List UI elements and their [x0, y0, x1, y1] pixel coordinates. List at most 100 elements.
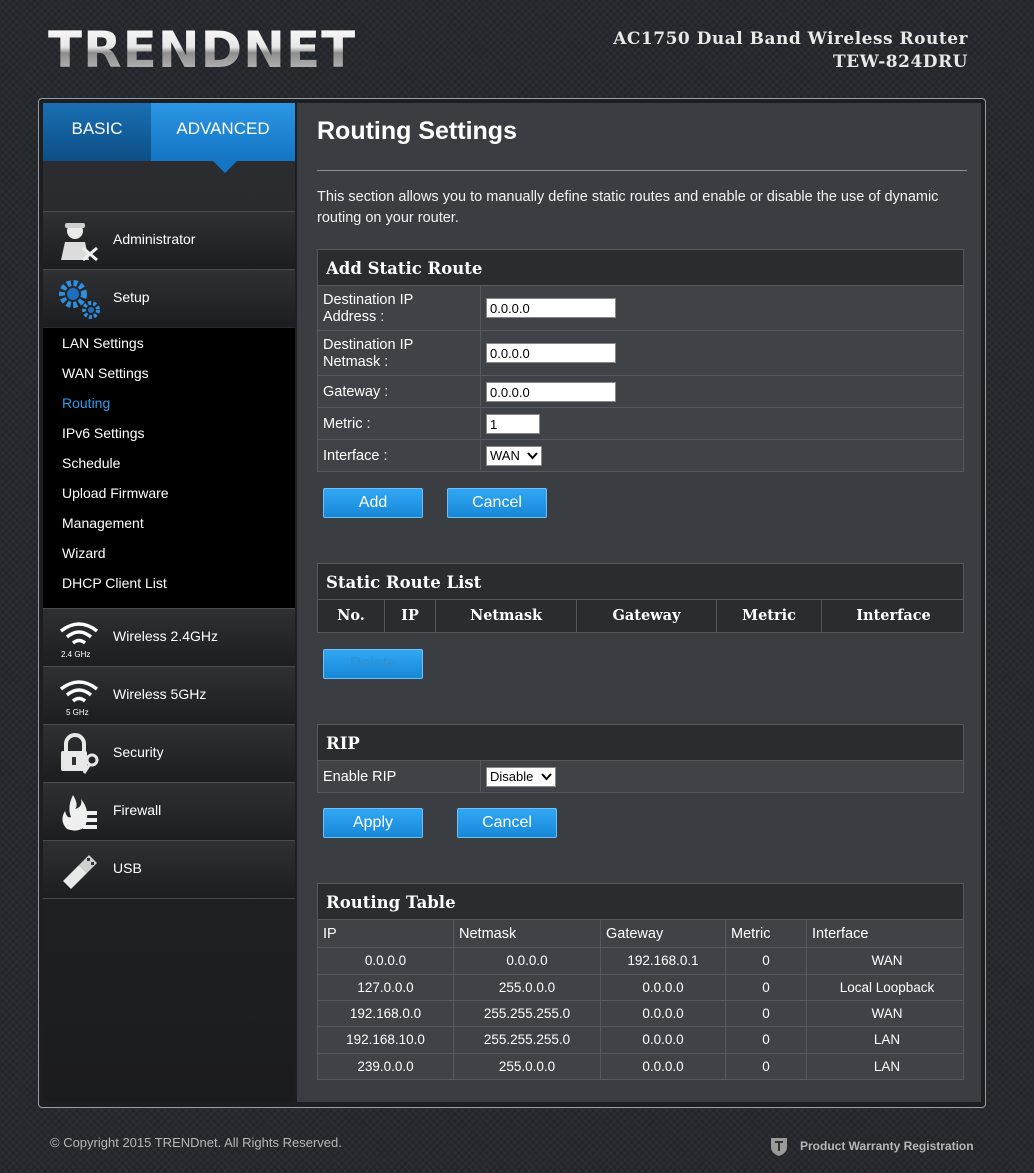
- firewall-icon: [62, 795, 97, 831]
- static-route-list-heading: Static Route List: [317, 563, 964, 600]
- gateway-input[interactable]: [486, 382, 616, 402]
- menu-label-firewall: Firewall: [113, 802, 162, 818]
- menu-item-security[interactable]: Security: [43, 724, 295, 782]
- routing-table-cell-interface: LAN: [873, 1059, 901, 1074]
- menu-item-wireless-5[interactable]: 5 GHz Wireless 5GHz: [43, 666, 295, 724]
- submenu-lan-settings[interactable]: LAN Settings: [62, 335, 144, 351]
- submenu-wan-settings[interactable]: WAN Settings: [62, 365, 149, 381]
- dest-ip-row: Destination IP Address :: [317, 286, 964, 331]
- tab-basic[interactable]: BASIC: [43, 103, 151, 161]
- cancel-rip-button[interactable]: Cancel: [457, 808, 557, 838]
- gateway-label: Gateway :: [323, 384, 389, 400]
- interface-select[interactable]: WAN: [486, 446, 542, 466]
- dest-ip-label-line1: Destination IP: [323, 292, 414, 308]
- interface-row: Interface : WAN: [317, 440, 964, 472]
- routing-table-cell-netmask: 255.0.0.0: [454, 975, 601, 1000]
- routing-table-cell-metric: 0: [726, 1027, 807, 1053]
- table-row: 192.168.0.0 255.255.255.0 0.0.0.0 0 WAN: [317, 1001, 964, 1027]
- page-title: Routing Settings: [317, 117, 517, 145]
- content-panel: Routing Settings This section allows you…: [297, 103, 981, 1102]
- routing-table-cell-gateway: 0.0.0.0: [601, 1001, 726, 1026]
- chevron-down-icon: [527, 452, 538, 460]
- mode-tabs: BASIC ADVANCED: [43, 103, 295, 173]
- enable-rip-select[interactable]: Disable: [486, 767, 556, 787]
- warranty-registration-link[interactable]: Product Warranty Registration: [800, 1139, 974, 1153]
- setup-submenu: LAN Settings WAN Settings Routing IPv6 S…: [43, 328, 295, 608]
- menu-item-setup[interactable]: Setup: [43, 269, 305, 327]
- col-header-interface: Interface: [856, 607, 931, 624]
- metric-input[interactable]: [486, 414, 540, 434]
- enable-rip-select-value: Disable: [490, 769, 534, 784]
- apply-button[interactable]: Apply: [323, 808, 423, 838]
- gateway-row: Gateway :: [317, 376, 964, 408]
- menu-item-administrator[interactable]: Administrator: [43, 211, 295, 269]
- routing-table-cell-netmask: 0.0.0.0: [454, 948, 601, 974]
- routing-table-cell-ip: 192.168.10.0: [318, 1027, 454, 1053]
- chevron-down-icon: [541, 773, 552, 781]
- trendnet-logo: TRENDNET: [48, 21, 357, 79]
- product-model: TEW-824DRU: [832, 52, 968, 72]
- cancel-static-route-button[interactable]: Cancel: [447, 488, 547, 518]
- menu-label-wireless-5: Wireless 5GHz: [113, 686, 207, 702]
- submenu-ipv6-settings[interactable]: IPv6 Settings: [62, 425, 145, 441]
- menu-item-usb[interactable]: USB: [43, 840, 295, 898]
- table-row: 127.0.0.0 255.0.0.0 0.0.0.0 0 Local Loopback: [317, 975, 964, 1001]
- routing-table-header: IP Netmask Gateway Metric Interface: [317, 920, 964, 948]
- title-divider: [317, 170, 967, 171]
- submenu-dhcp-client-list[interactable]: DHCP Client List: [62, 575, 167, 591]
- interface-label: Interface :: [323, 448, 388, 464]
- routing-table-cell-metric: 0: [726, 948, 807, 974]
- sidebar: BASIC ADVANCED Administrator Setup LAN S…: [43, 103, 305, 1102]
- menu-label-security: Security: [113, 744, 164, 760]
- routing-table-cell-metric: 0: [726, 1054, 807, 1079]
- product-name: AC1750 Dual Band Wireless Router TEW-824…: [613, 28, 968, 74]
- routing-table-heading: Routing Table: [317, 883, 964, 920]
- wifi-5ghz-tag: 5 GHz: [66, 708, 89, 717]
- metric-row: Metric :: [317, 408, 964, 440]
- col-header-netmask: Netmask: [436, 600, 577, 632]
- routing-table-col-interface: Interface: [812, 926, 869, 942]
- product-line-1: AC1750 Dual Band Wireless Router: [613, 29, 968, 49]
- submenu-wizard[interactable]: Wizard: [62, 545, 106, 561]
- table-row: 239.0.0.0 255.0.0.0 0.0.0.0 0 LAN: [317, 1054, 964, 1080]
- menu-label-setup: Setup: [113, 289, 150, 305]
- menu-item-wireless-24[interactable]: 2.4 GHz Wireless 2.4GHz: [43, 608, 295, 666]
- dest-netmask-input[interactable]: [486, 343, 616, 363]
- interface-select-value: WAN: [490, 448, 520, 463]
- submenu-schedule[interactable]: Schedule: [62, 455, 120, 471]
- routing-table-cell-ip: 0.0.0.0: [318, 948, 454, 974]
- dest-netmask-label: Destination IP Netmask :: [323, 337, 413, 371]
- submenu-routing[interactable]: Routing: [62, 395, 110, 411]
- submenu-upload-firmware[interactable]: Upload Firmware: [62, 485, 169, 501]
- routing-table-cell-interface: WAN: [871, 953, 903, 968]
- routing-table-cell-ip: 192.168.0.0: [318, 1001, 454, 1026]
- table-row: 192.168.10.0 255.255.255.0 0.0.0.0 0 LAN: [317, 1027, 964, 1054]
- static-route-list-header: No. IP Netmask Gateway Metric Interface: [317, 600, 964, 633]
- enable-rip-row: Enable RIP Disable: [317, 761, 964, 793]
- routing-table-cell-netmask: 255.255.255.0: [454, 1027, 601, 1053]
- wifi-24ghz-icon: 2.4 GHz: [59, 622, 99, 659]
- menu-label-usb: USB: [113, 860, 142, 876]
- routing-table-cell-ip: 239.0.0.0: [318, 1054, 454, 1079]
- wifi-5ghz-icon: 5 GHz: [59, 680, 99, 717]
- shield-icon: [771, 1138, 787, 1156]
- administrator-icon: [61, 223, 98, 262]
- submenu-management[interactable]: Management: [62, 515, 144, 531]
- col-header-gateway: Gateway: [577, 600, 717, 632]
- wifi-24ghz-tag: 2.4 GHz: [61, 650, 90, 659]
- routing-table-cell-gateway: 0.0.0.0: [601, 1054, 726, 1079]
- dest-ip-label-line2: Address :: [323, 309, 385, 325]
- add-button[interactable]: Add: [323, 488, 423, 518]
- routing-table-col-ip: IP: [318, 920, 454, 947]
- tab-advanced[interactable]: ADVANCED: [151, 103, 295, 173]
- routing-table-cell-gateway: 192.168.0.1: [601, 948, 726, 974]
- menu-item-firewall[interactable]: Firewall: [43, 782, 295, 840]
- delete-button[interactable]: Delete: [323, 649, 423, 679]
- dest-ip-input[interactable]: [486, 298, 616, 318]
- dest-netmask-label-line1: Destination IP: [323, 337, 414, 353]
- routing-table-cell-ip: 127.0.0.0: [318, 975, 454, 1000]
- routing-table-cell-metric: 0: [726, 975, 807, 1000]
- dest-netmask-label-line2: Netmask :: [323, 354, 389, 370]
- routing-table-cell-interface: LAN: [873, 1032, 901, 1047]
- dest-netmask-row: Destination IP Netmask :: [317, 331, 964, 376]
